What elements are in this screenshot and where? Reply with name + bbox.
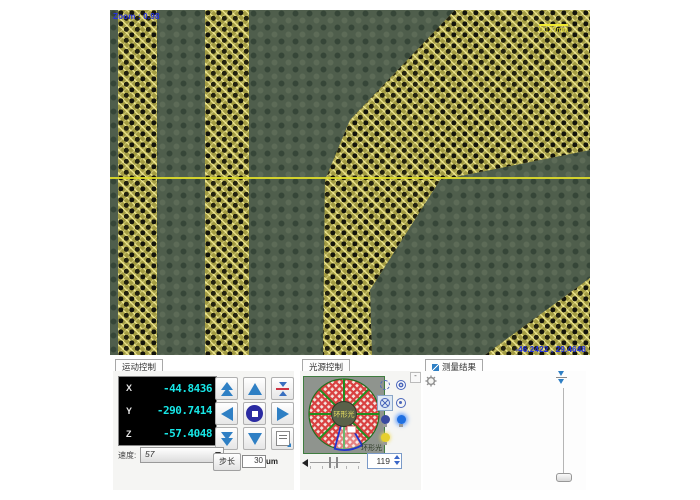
axis-row-x: X -44.8436	[119, 382, 216, 395]
autofocus-button[interactable]	[271, 377, 294, 400]
jog-pad	[215, 377, 294, 450]
autofocus-icon	[276, 382, 289, 396]
bulb-warm-icon	[381, 433, 390, 442]
brightness-spinbox[interactable]: 119	[367, 453, 402, 469]
ring-outline-icon	[380, 380, 390, 390]
speed-label: 速度:	[118, 450, 136, 461]
gear-icon	[425, 375, 437, 387]
light-panel-content: -	[300, 371, 421, 490]
light-warm-button[interactable]	[377, 431, 393, 447]
axis-value: -57.4048	[163, 427, 212, 440]
mesh-band	[205, 10, 249, 355]
mesh-band	[118, 10, 157, 355]
motion-panel-content: X -44.8436 Y -290.7414 Z -57.4048	[113, 371, 294, 490]
go-origin-button[interactable]	[271, 427, 294, 450]
double-down-arrow-icon	[221, 433, 233, 445]
app-window: Zoom : 0.98 0.127mm -46.2422 , 29.4648 运…	[0, 0, 700, 500]
step-size-input[interactable]: 30	[242, 455, 266, 468]
vertical-slider-handle[interactable]	[556, 473, 572, 482]
bulb-dim-icon	[381, 415, 390, 424]
jog-right-button[interactable]	[271, 402, 294, 425]
axis-label: Y	[126, 406, 132, 416]
ring-light-preview[interactable]: 环形光 环形光	[303, 376, 385, 454]
settings-button[interactable]	[425, 374, 437, 392]
tool-icon	[432, 364, 439, 371]
vertical-slider-track[interactable]	[563, 388, 564, 475]
crosshair-line	[110, 177, 590, 179]
position-readout: -46.2422 , 29.4648	[515, 345, 586, 354]
vertical-slider-dock-button[interactable]	[554, 371, 570, 385]
results-panel: 测量结果	[423, 356, 586, 490]
brightness-value: 119	[370, 456, 390, 466]
scale-bar-label: 0.127mm	[539, 27, 568, 34]
jog-up-button[interactable]	[243, 377, 266, 400]
motion-tabstrip: 运动控制	[113, 356, 294, 372]
ring-segments-icon	[380, 398, 390, 408]
double-up-arrow-icon	[221, 383, 233, 395]
light-panel: 光源控制 -	[300, 356, 421, 490]
axis-label: Z	[126, 429, 132, 439]
light-mode-buttons	[377, 377, 409, 447]
left-arrow-icon	[221, 407, 233, 421]
results-panel-content	[423, 371, 586, 490]
spin-up-icon	[394, 455, 400, 459]
camera-viewport[interactable]: Zoom : 0.98 0.127mm -46.2422 , 29.4648	[110, 10, 590, 355]
jog-fast-up-button[interactable]	[215, 377, 238, 400]
jog-left-button[interactable]	[215, 402, 238, 425]
jog-stop-button[interactable]	[243, 402, 266, 425]
spin-down-icon	[394, 461, 400, 465]
axis-row-z: Z -57.4048	[119, 427, 216, 440]
ring-outline-button[interactable]	[377, 377, 393, 393]
jog-down-button[interactable]	[243, 427, 266, 450]
speed-value: 57	[145, 449, 154, 459]
ring-center-label: 环形光	[334, 410, 355, 419]
results-tabstrip: 测量结果	[423, 356, 586, 372]
stop-icon	[246, 405, 263, 422]
scale-bar-line	[539, 24, 568, 26]
segment-handle[interactable]	[347, 426, 356, 433]
ring-target-button[interactable]	[393, 395, 409, 411]
origin-icon	[276, 431, 290, 446]
bulb-on-icon	[397, 415, 406, 424]
axis-value: -290.7414	[157, 404, 212, 417]
ring-target-icon	[396, 398, 406, 408]
step-unit-label: um	[266, 457, 278, 466]
axis-row-y: Y -290.7414	[119, 404, 216, 417]
dock-line	[556, 377, 567, 378]
collapse-button[interactable]: -	[410, 372, 421, 383]
step-button[interactable]: 步长	[213, 453, 241, 471]
zoom-readout: Zoom : 0.98	[113, 12, 160, 21]
scale-bar: 0.127mm	[539, 24, 568, 34]
light-tabstrip: 光源控制	[300, 356, 421, 372]
spin-arrows[interactable]	[394, 455, 400, 465]
ring-double-icon	[396, 380, 406, 390]
ring-segments-button[interactable]	[377, 395, 393, 411]
chevron-down-icon	[558, 371, 564, 376]
down-arrow-icon	[248, 433, 262, 445]
brightness-slider[interactable]	[302, 456, 364, 472]
ring-light-diagram: 环形光 环形光	[304, 377, 384, 453]
light-on-button[interactable]	[393, 413, 409, 429]
axis-label: X	[126, 383, 132, 393]
right-arrow-icon	[277, 407, 289, 421]
motion-panel: 运动控制 X -44.8436 Y -290.7414 Z -57.4048	[113, 356, 294, 490]
axis-value: -44.8436	[163, 382, 212, 395]
ring-double-button[interactable]	[393, 377, 409, 393]
chevron-down-icon	[558, 379, 564, 384]
speed-dropdown[interactable]: 57	[140, 447, 224, 463]
slider-handle[interactable]	[329, 457, 338, 468]
light-dim-button[interactable]	[377, 413, 393, 429]
up-arrow-icon	[248, 383, 262, 395]
xyz-readout: X -44.8436 Y -290.7414 Z -57.4048	[118, 376, 217, 446]
slider-min-icon	[302, 459, 308, 467]
mesh-region	[110, 10, 590, 355]
